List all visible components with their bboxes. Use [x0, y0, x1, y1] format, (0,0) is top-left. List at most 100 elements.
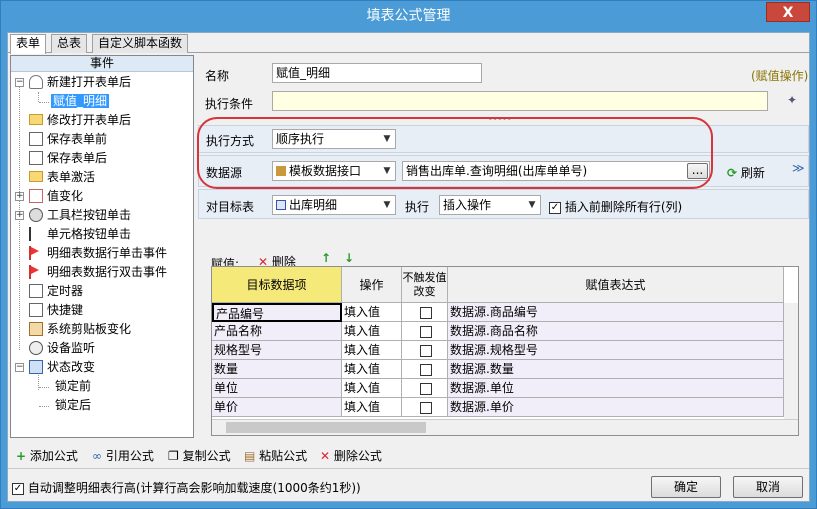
tree-item-row-click[interactable]: 明细表数据行单击事件 — [29, 244, 167, 262]
collapse-toggle[interactable]: − — [15, 363, 24, 372]
cell-operation[interactable]: 填入值 — [342, 398, 402, 417]
cell-no-trigger[interactable] — [402, 322, 448, 341]
cell-expression[interactable]: 数据源.数量 — [448, 360, 784, 379]
col-header-operation[interactable]: 操作 — [342, 267, 402, 303]
cell-target[interactable]: 产品编号 — [212, 303, 342, 322]
tree-item-toolbar-click[interactable]: 工具栏按钮单击 — [29, 206, 131, 224]
horizontal-scrollbar[interactable] — [212, 419, 798, 435]
tree-item-hotkey[interactable]: 快捷键 — [29, 301, 83, 319]
table-row[interactable]: 单位 填入值 数据源.单位 — [212, 379, 798, 398]
cell-target[interactable]: 数量 — [212, 360, 342, 379]
expand-toggle[interactable]: + — [15, 211, 24, 220]
table-row[interactable]: 产品编号 填入值 数据源.商品编号 — [212, 303, 798, 322]
cell-expression[interactable]: 数据源.规格型号 — [448, 341, 784, 360]
cell-expression[interactable]: 数据源.单位 — [448, 379, 784, 398]
cursor-icon — [29, 226, 43, 241]
paste-formula-button[interactable]: ▤ 粘贴公式 — [244, 447, 307, 464]
col-header-target[interactable]: 目标数据项 — [212, 267, 342, 303]
tab-custom-script[interactable]: 自定义脚本函数 — [92, 34, 189, 53]
reference-formula-button[interactable]: ∞ 引用公式 — [92, 447, 154, 464]
move-up-icon[interactable]: ↑ — [321, 251, 331, 265]
name-label: 名称 — [205, 69, 230, 83]
cell-operation[interactable]: 填入值 — [342, 379, 402, 398]
table-row[interactable]: 数量 填入值 数据源.数量 — [212, 360, 798, 379]
tree-item-state-change[interactable]: 状态改变 — [29, 358, 95, 376]
cell-target[interactable]: 单价 — [212, 398, 342, 417]
name-input[interactable]: 赋值_明细 — [272, 63, 482, 83]
tree-item-assign-detail[interactable]: 赋值_明细 — [51, 92, 110, 110]
event-tree: 事件 − 新建打开表单后 赋值_明细 修改打开表单后 保存表单前 保存表单后 表… — [10, 55, 194, 438]
cell-target[interactable]: 规格型号 — [212, 341, 342, 360]
cell-operation[interactable]: 填入值 — [342, 303, 402, 322]
condition-label: 执行条件 — [205, 97, 254, 111]
cell-operation[interactable]: 填入值 — [342, 341, 402, 360]
checkbox-unchecked[interactable] — [419, 306, 432, 319]
tree-item-clipboard-change[interactable]: 系统剪贴板变化 — [29, 320, 131, 338]
keyboard-icon — [29, 302, 43, 317]
cell-no-trigger[interactable] — [402, 398, 448, 417]
tree-item-device-listen[interactable]: 设备监听 — [29, 339, 95, 357]
tree-item-row-dblclick[interactable]: 明细表数据行双击事件 — [29, 263, 167, 281]
flag-icon — [29, 264, 43, 279]
tree-item-form-activate[interactable]: 表单激活 — [29, 168, 95, 186]
col-header-expression[interactable]: 赋值表达式 — [448, 267, 784, 303]
delete-before-checkbox[interactable]: ✓ 插入前删除所有行(列) — [549, 198, 682, 215]
tree-item-before-save[interactable]: 保存表单前 — [29, 130, 107, 148]
checkbox-unchecked[interactable] — [419, 401, 432, 414]
timer-icon — [29, 283, 43, 298]
assign-grid: 目标数据项 操作 不触发值改变 赋值表达式 产品编号 填入值 数据源.商品编号 产品名… — [211, 266, 799, 436]
cell-expression[interactable]: 数据源.商品名称 — [448, 322, 784, 341]
target-table-select[interactable]: 出库明细 ▼ — [272, 195, 396, 215]
table-row[interactable]: 产品名称 填入值 数据源.商品名称 — [212, 322, 798, 341]
cell-target[interactable]: 单位 — [212, 379, 342, 398]
cell-operation[interactable]: 填入值 — [342, 322, 402, 341]
table-row[interactable]: 规格型号 填入值 数据源.规格型号 — [212, 341, 798, 360]
target-panel: 对目标表 出库明细 ▼ 执行 插入操作 ▼ ✓ 插入前删除所有行(列) — [198, 189, 809, 219]
col-header-no-trigger[interactable]: 不触发值改变 — [402, 267, 448, 303]
tree-item-after-save[interactable]: 保存表单后 — [29, 149, 107, 167]
expand-toggle[interactable]: − — [15, 78, 24, 87]
tree-item-before-lock[interactable]: 锁定前 — [55, 377, 91, 395]
exec-operation-select[interactable]: 插入操作 ▼ — [439, 195, 541, 215]
checkbox-unchecked[interactable] — [419, 344, 432, 357]
tree-item-modify-open[interactable]: 修改打开表单后 — [29, 111, 131, 129]
cell-expression[interactable]: 数据源.商品编号 — [448, 303, 784, 322]
checkbox-unchecked[interactable] — [419, 363, 432, 376]
chevron-down-icon: ▼ — [383, 200, 391, 210]
auto-adjust-checkbox[interactable]: ✓ 自动调整明细表行高(计算行高会影响加载速度(1000条约1秒)) — [12, 479, 361, 496]
formula-editor: 名称 赋值_明细 (赋值操作) 执行条件 ✦ ••••• 执行方式 顺序执行 ▼ … — [198, 55, 809, 438]
expand-toggle[interactable]: + — [15, 192, 24, 201]
expand-chevron-icon[interactable]: ≫ — [792, 161, 805, 175]
cell-operation[interactable]: 填入值 — [342, 360, 402, 379]
ok-button[interactable]: 确定 — [651, 476, 721, 498]
cell-expression[interactable]: 数据源.单价 — [448, 398, 784, 417]
cancel-button[interactable]: 取消 — [733, 476, 803, 498]
dialog-window: 填表公式管理 X 表单 总表 自定义脚本函数 事件 − 新建打开表单后 赋值_明… — [0, 0, 817, 509]
table-row[interactable]: 单价 填入值 数据源.单价 — [212, 398, 798, 417]
delete-formula-button[interactable]: ✕ 删除公式 — [320, 447, 382, 464]
tree-item-value-change[interactable]: 值变化 — [29, 187, 83, 205]
tree-item-new-open[interactable]: 新建打开表单后 — [29, 73, 131, 91]
tree-item-cell-button-click[interactable]: 单元格按钮单击 — [29, 225, 131, 243]
checkbox-unchecked[interactable] — [419, 382, 432, 395]
move-down-icon[interactable]: ↓ — [344, 251, 354, 265]
cell-target[interactable]: 产品名称 — [212, 322, 342, 341]
close-button[interactable]: X — [766, 2, 810, 22]
condition-input[interactable] — [272, 91, 768, 111]
checkbox-unchecked[interactable] — [419, 325, 432, 338]
add-formula-button[interactable]: + 添加公式 — [16, 447, 78, 464]
magic-wand-icon[interactable]: ✦ — [787, 93, 797, 107]
refresh-button[interactable]: ⟳ 刷新 — [727, 164, 765, 181]
cell-no-trigger[interactable] — [402, 303, 448, 322]
cell-no-trigger[interactable] — [402, 379, 448, 398]
vertical-scrollbar[interactable] — [784, 303, 798, 419]
tab-strip: 表单 总表 自定义脚本函数 — [8, 33, 809, 54]
copy-formula-button[interactable]: ❐ 复制公式 — [168, 447, 231, 464]
cell-no-trigger[interactable] — [402, 360, 448, 379]
tree-item-after-lock[interactable]: 锁定后 — [55, 396, 91, 414]
tab-form[interactable]: 表单 — [10, 34, 47, 54]
tab-summary[interactable]: 总表 — [51, 34, 88, 53]
cell-no-trigger[interactable] — [402, 341, 448, 360]
flag-icon — [29, 245, 43, 260]
tree-item-timer[interactable]: 定时器 — [29, 282, 83, 300]
